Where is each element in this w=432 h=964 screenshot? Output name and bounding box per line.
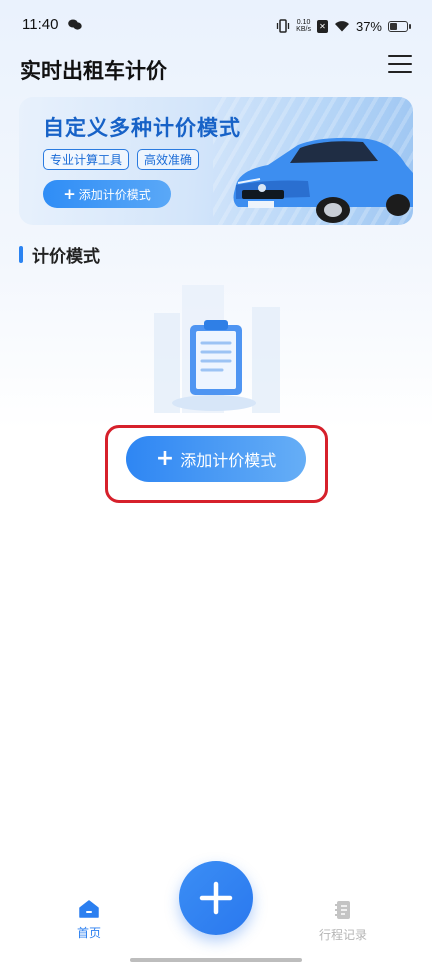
battery-icon xyxy=(388,20,411,32)
section-header: 计价模式 xyxy=(19,242,100,267)
menu-icon[interactable] xyxy=(388,54,412,74)
banner-button-label: 添加计价模式 xyxy=(78,187,151,202)
section-title: 计价模式 xyxy=(32,247,100,267)
plus-icon xyxy=(199,881,233,915)
status-time: 11:40 xyxy=(22,16,59,33)
menu-line xyxy=(388,63,412,65)
page-title: 实时出租车计价 xyxy=(20,59,167,83)
nav-item-trip-records[interactable]: 行程记录 xyxy=(303,900,383,943)
nav-item-home[interactable]: 首页 xyxy=(49,900,129,941)
car-image xyxy=(233,137,413,223)
promo-banner: 自定义多种计价模式 专业计算工具 高效准确 + 添加计价模式 xyxy=(19,97,413,225)
network-speed: 0.10 KB/s xyxy=(296,19,311,33)
no-sim-icon: ✕ xyxy=(316,19,328,33)
banner-tag: 专业计算工具 xyxy=(43,149,130,170)
nav-label-home: 首页 xyxy=(76,926,101,940)
menu-line xyxy=(388,71,412,73)
empty-clipboard-illustration xyxy=(154,285,280,413)
plus-icon: + xyxy=(63,185,76,203)
home-icon xyxy=(79,900,99,918)
section-accent-bar xyxy=(19,246,23,263)
network-speed-value: 0.10 xyxy=(296,19,311,26)
battery-percent: 37% xyxy=(355,18,382,34)
add-pricing-mode-button[interactable]: + 添加计价模式 xyxy=(126,436,306,482)
menu-line xyxy=(388,55,412,57)
add-fab-button[interactable] xyxy=(179,861,253,935)
nav-label-trip-records: 行程记录 xyxy=(318,928,367,942)
status-icons: 0.10 KB/s ✕ 37% xyxy=(276,15,411,37)
banner-tags: 专业计算工具 高效准确 xyxy=(43,149,200,170)
wechat-notification-icon xyxy=(68,19,82,30)
plus-icon: + xyxy=(155,446,175,471)
network-speed-unit: KB/s xyxy=(296,26,311,33)
battery-fill xyxy=(390,22,397,30)
banner-add-pricing-button[interactable]: + 添加计价模式 xyxy=(43,180,171,208)
wifi-icon xyxy=(334,21,349,32)
add-button-label: 添加计价模式 xyxy=(180,451,277,470)
home-indicator xyxy=(130,958,302,962)
banner-title: 自定义多种计价模式 xyxy=(43,116,241,140)
notebook-icon xyxy=(335,901,350,919)
vibrate-icon xyxy=(277,19,290,33)
status-bar: 11:40 0.10 KB/s ✕ 37% xyxy=(0,0,432,52)
banner-tag: 高效准确 xyxy=(137,149,200,170)
